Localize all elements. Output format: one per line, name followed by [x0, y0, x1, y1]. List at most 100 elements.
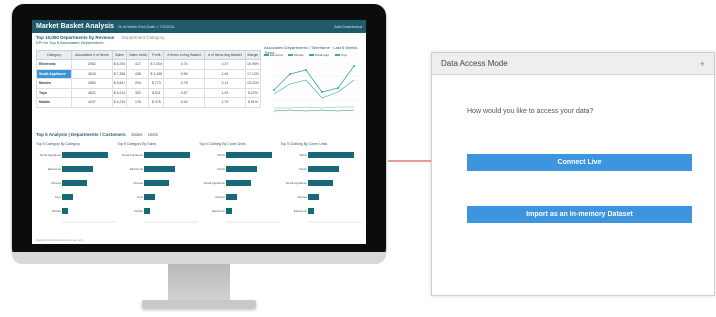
kpi-value-cell: 15.95%	[244, 59, 262, 70]
connect-live-button[interactable]: Connect Live	[467, 154, 692, 171]
bar-mark	[308, 166, 339, 172]
dashboard-title-sub: % of Week End Date > 7/2/2011	[117, 24, 175, 29]
kpi-row[interactable]: Mobile 4247 $ 4,219 176 $ 376 0.44 1.79 8.91%	[35, 97, 262, 108]
kpi-value-cell: 2560	[71, 78, 113, 89]
bar-label: Movies	[215, 195, 225, 199]
bar-label: Movies	[297, 195, 307, 199]
bar-panel-title: Top 5 Clothing By Cover Units	[280, 142, 328, 146]
kpi-row[interactable]: Movies 2560 $ 5,847 294 $ 773 0.78 2.11 13.22%	[35, 78, 262, 89]
kpi-header-cell: Sales	[111, 50, 128, 60]
kpi-value-cell: 2.27	[203, 59, 246, 70]
kpi-value-cell: 0.74	[163, 59, 205, 70]
line-legend-item: Toys	[335, 53, 347, 57]
bar-label: Pants	[217, 167, 225, 171]
kpi-value-cell: 3962	[71, 59, 113, 70]
kpi-value-cell: 1.93	[203, 87, 246, 98]
bar-mark	[144, 194, 155, 200]
import-in-memory-button[interactable]: Import as an In-memory Dataset	[467, 206, 692, 223]
kpi-header-cell: # of Items Avg Basket	[203, 50, 246, 60]
dialog-header: Data Access Mode +	[432, 53, 714, 75]
kpi-value-cell: $ 6,291	[111, 59, 128, 70]
bar-panel-titles: Top 5 Category By Category Top 5 Category…	[36, 142, 362, 146]
monitor-chin	[12, 252, 386, 264]
dialog-question: How would you like to access your data?	[467, 108, 594, 115]
kpi-value-cell: 4622	[71, 87, 113, 98]
bar-mark	[144, 208, 150, 214]
department-category-control[interactable]: Department Category	[121, 35, 164, 40]
kpi-header-cell: Sales Units	[126, 50, 150, 60]
bar-mark	[62, 194, 73, 200]
bar-label: Small Appliance	[204, 181, 226, 185]
bar-label: Small Appliance	[40, 153, 62, 157]
kpi-value-cell: $ 1,265	[148, 68, 165, 79]
kpi-value-cell: 0.78	[163, 78, 205, 89]
line-chart	[270, 63, 360, 113]
bar-label: Mobile	[52, 209, 61, 213]
kpi-value-cell: 17.13%	[244, 68, 262, 79]
bar-panels: Small Appliance Electronic Movies Toys Mobil…	[40, 152, 362, 223]
kpi-value-cell: 3926	[71, 68, 113, 79]
kpi-row[interactable]: Electronic 3962 $ 6,291 417 $ 1,004 0.74 2.27 1…	[35, 59, 262, 70]
kpi-value-cell: 438	[126, 68, 150, 79]
bar-mark	[226, 152, 272, 158]
kpi-value-cell: $ 4,219	[111, 97, 128, 108]
dashboard-title: Market Basket Analysis	[36, 23, 114, 30]
bar-label: Small Appliance	[286, 181, 308, 185]
kpi-value-cell: $ 511	[148, 87, 165, 98]
bar-label: Toys	[55, 195, 62, 199]
bar-option-sales[interactable]: Sales	[131, 132, 142, 137]
kpi-category-cell: Electronic	[35, 59, 73, 70]
bar-label: Pants	[299, 167, 307, 171]
bar-mark	[144, 180, 169, 186]
dialog-title: Data Access Mode	[441, 59, 508, 68]
monitor-stand-base	[142, 300, 256, 308]
kpi-value-cell: $ 773	[148, 78, 165, 89]
kpi-header-cell: # Items in Avg Basket	[163, 50, 205, 60]
kpi-value-cell: $ 7,384	[111, 68, 128, 79]
kpi-value-cell: 0.96	[163, 68, 205, 79]
kpi-value-cell: 176	[126, 97, 150, 108]
bar-option-units[interactable]: Units	[148, 132, 158, 137]
kpi-value-cell: 0.44	[163, 97, 205, 108]
bar-panel-title: Top 5 Clothing By Cover Units	[199, 142, 246, 146]
bar-mark	[226, 180, 251, 186]
bar-label: Toys	[137, 195, 144, 199]
bar-mark	[144, 152, 190, 158]
add-dashboard-link[interactable]: Add Dashboard	[334, 24, 362, 29]
kpi-value-cell: 8.91%	[244, 97, 262, 108]
bar-label: Shirts	[217, 153, 225, 157]
kpi-header-cell: Associated # of Items	[71, 50, 113, 60]
kpi-row[interactable]: Toys 4622 $ 6,213 302 $ 511 0.57 1.93 8.22%	[35, 87, 262, 98]
kpi-value-cell: 302	[126, 87, 150, 98]
bar-mark	[62, 208, 68, 214]
kpi-value-cell: 294	[126, 78, 150, 89]
bar-mark	[226, 208, 232, 214]
bar-mark	[308, 208, 314, 214]
kpi-value-cell: $ 6,213	[111, 87, 128, 98]
line-legend-item: Small Appl.	[309, 53, 330, 57]
bar-mark	[308, 180, 333, 186]
bar-label: Electronic	[212, 209, 226, 213]
data-access-dialog: Data Access Mode + How would you like to…	[431, 52, 715, 296]
plus-icon[interactable]: +	[700, 59, 705, 69]
monitor-stand-neck	[168, 264, 230, 302]
line-legend-item: Electronic	[264, 53, 283, 57]
bar-mark	[226, 194, 237, 200]
bar-label: Electronic	[130, 167, 144, 171]
line-series-small-appl	[274, 106, 354, 109]
bar-mark	[62, 180, 87, 186]
bar-section-title: Top 5 Analysis | Departments / Customers…	[36, 132, 158, 137]
bar-mark	[62, 166, 93, 172]
bar-mark	[308, 152, 354, 158]
kpi-category-cell: Small Appliance	[35, 68, 73, 79]
kpi-value-cell: 8.22%	[244, 87, 262, 98]
bar-label: Movies	[51, 181, 61, 185]
kpi-value-cell: 4247	[71, 97, 113, 108]
kpi-header-cell: Margin	[244, 50, 262, 60]
stage: Market Basket Analysis % of Week End Dat…	[0, 0, 716, 317]
bar-mark	[144, 166, 175, 172]
bar-label: Electronic	[294, 209, 308, 213]
bar-label: Movies	[133, 181, 143, 185]
kpi-value-cell: 2.46	[203, 68, 246, 79]
kpi-row[interactable]: Small Appliance 3926 $ 7,384 438 $ 1,265 0.96…	[35, 68, 262, 79]
